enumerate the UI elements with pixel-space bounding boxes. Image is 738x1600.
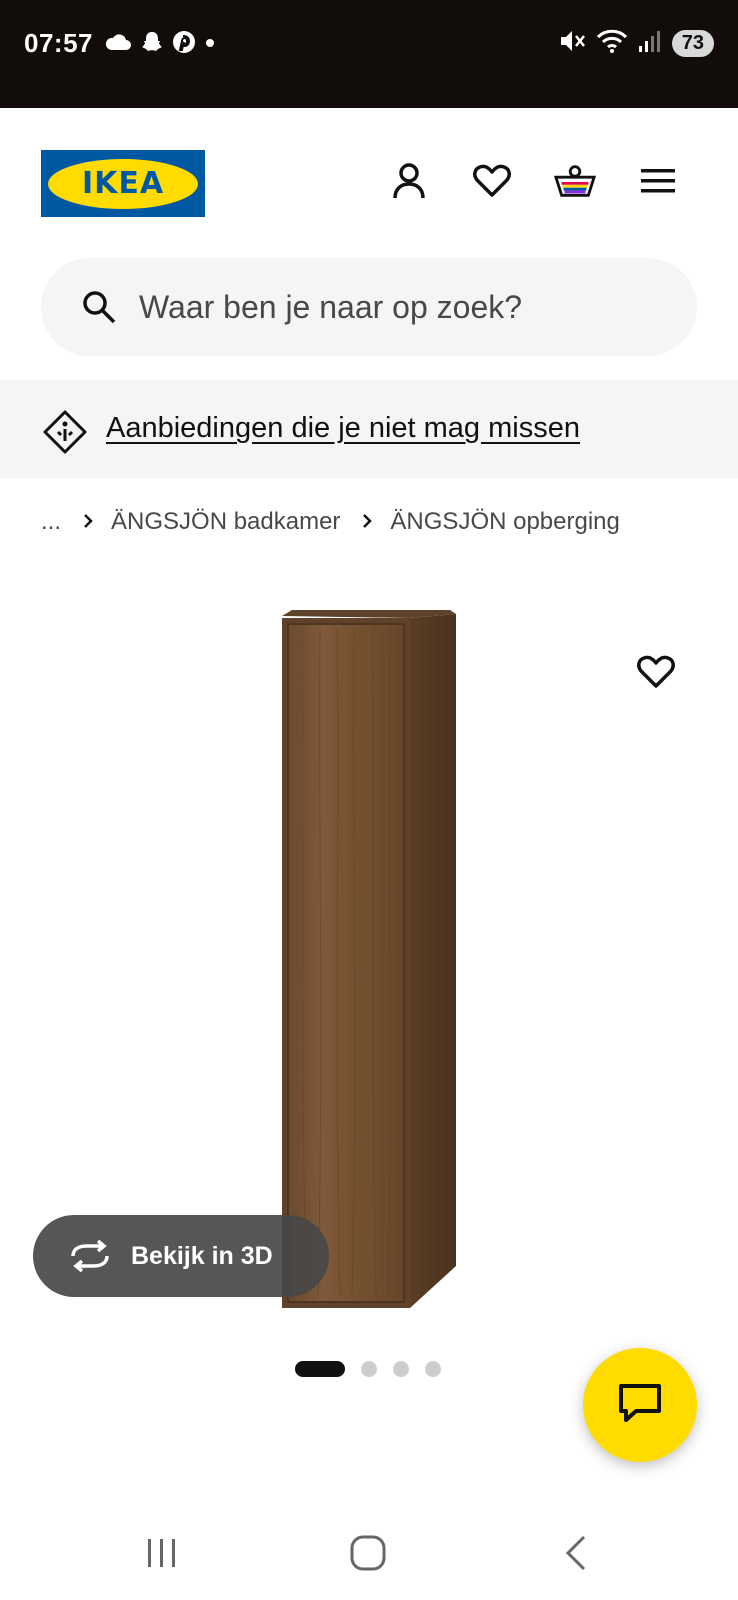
promo-link[interactable]: Aanbiedingen die je niet mag missen	[106, 412, 580, 445]
menu-icon[interactable]	[637, 160, 679, 202]
home-icon[interactable]	[338, 1528, 398, 1578]
logo-oval: IKEA	[48, 158, 198, 209]
view-3d-button[interactable]: Bekijk in 3D	[33, 1215, 329, 1297]
image-pagination	[295, 1361, 441, 1377]
promo-banner[interactable]: Aanbiedingen die je niet mag missen	[0, 380, 738, 478]
rotate-3d-icon	[67, 1239, 113, 1273]
product-image-gallery[interactable]: Bekijk in 3D	[0, 570, 738, 1350]
breadcrumb-item-bathroom[interactable]: ÄNGSJÖN badkamer	[111, 508, 340, 536]
chat-bubble-icon	[618, 1383, 662, 1428]
cart-icon[interactable]	[554, 160, 596, 202]
wishlist-heart-icon[interactable]	[632, 648, 680, 696]
pagination-dot[interactable]	[393, 1361, 409, 1377]
logo-text: IKEA	[81, 166, 165, 201]
breadcrumb-item-ellipsis[interactable]: ...	[41, 508, 61, 536]
signal-icon	[638, 29, 662, 58]
chevron-right-icon	[362, 509, 373, 535]
account-icon[interactable]	[388, 160, 430, 202]
search-bar[interactable]	[41, 258, 697, 356]
chat-button[interactable]	[583, 1348, 697, 1462]
back-icon[interactable]	[546, 1528, 606, 1578]
status-time: 07:57	[24, 28, 93, 58]
pagination-dot[interactable]	[361, 1361, 377, 1377]
header-icons	[388, 160, 679, 202]
view-3d-label: Bekijk in 3D	[131, 1241, 273, 1270]
breadcrumb-item-storage[interactable]: ÄNGSJÖN opberging	[390, 508, 619, 536]
cut-off-content	[41, 1486, 441, 1502]
status-icons-left	[104, 30, 216, 59]
system-nav-bar	[0, 1502, 738, 1600]
dot-icon	[204, 36, 216, 54]
cloud-icon	[104, 33, 132, 56]
recents-icon[interactable]	[132, 1528, 192, 1578]
breadcrumb: ... ÄNGSJÖN badkamer ÄNGSJÖN opberging	[41, 508, 620, 536]
heart-icon[interactable]	[471, 160, 513, 202]
battery-indicator: 73	[671, 30, 714, 57]
status-icons-right: 73	[558, 28, 714, 59]
search-icon	[81, 289, 117, 330]
mute-icon	[558, 28, 586, 59]
tag-icon	[43, 410, 87, 459]
pinterest-icon	[172, 30, 196, 59]
pagination-dot[interactable]	[425, 1361, 441, 1377]
pagination-dot-active[interactable]	[295, 1361, 345, 1377]
site-header: IKEA	[0, 108, 738, 254]
search-input[interactable]	[139, 258, 659, 356]
chevron-right-icon	[83, 509, 93, 535]
wifi-icon	[596, 28, 628, 59]
ikea-logo[interactable]: IKEA	[41, 150, 205, 217]
status-bar: 07:57 73	[0, 0, 738, 108]
snapchat-icon	[140, 30, 164, 59]
product-image	[282, 610, 456, 1308]
